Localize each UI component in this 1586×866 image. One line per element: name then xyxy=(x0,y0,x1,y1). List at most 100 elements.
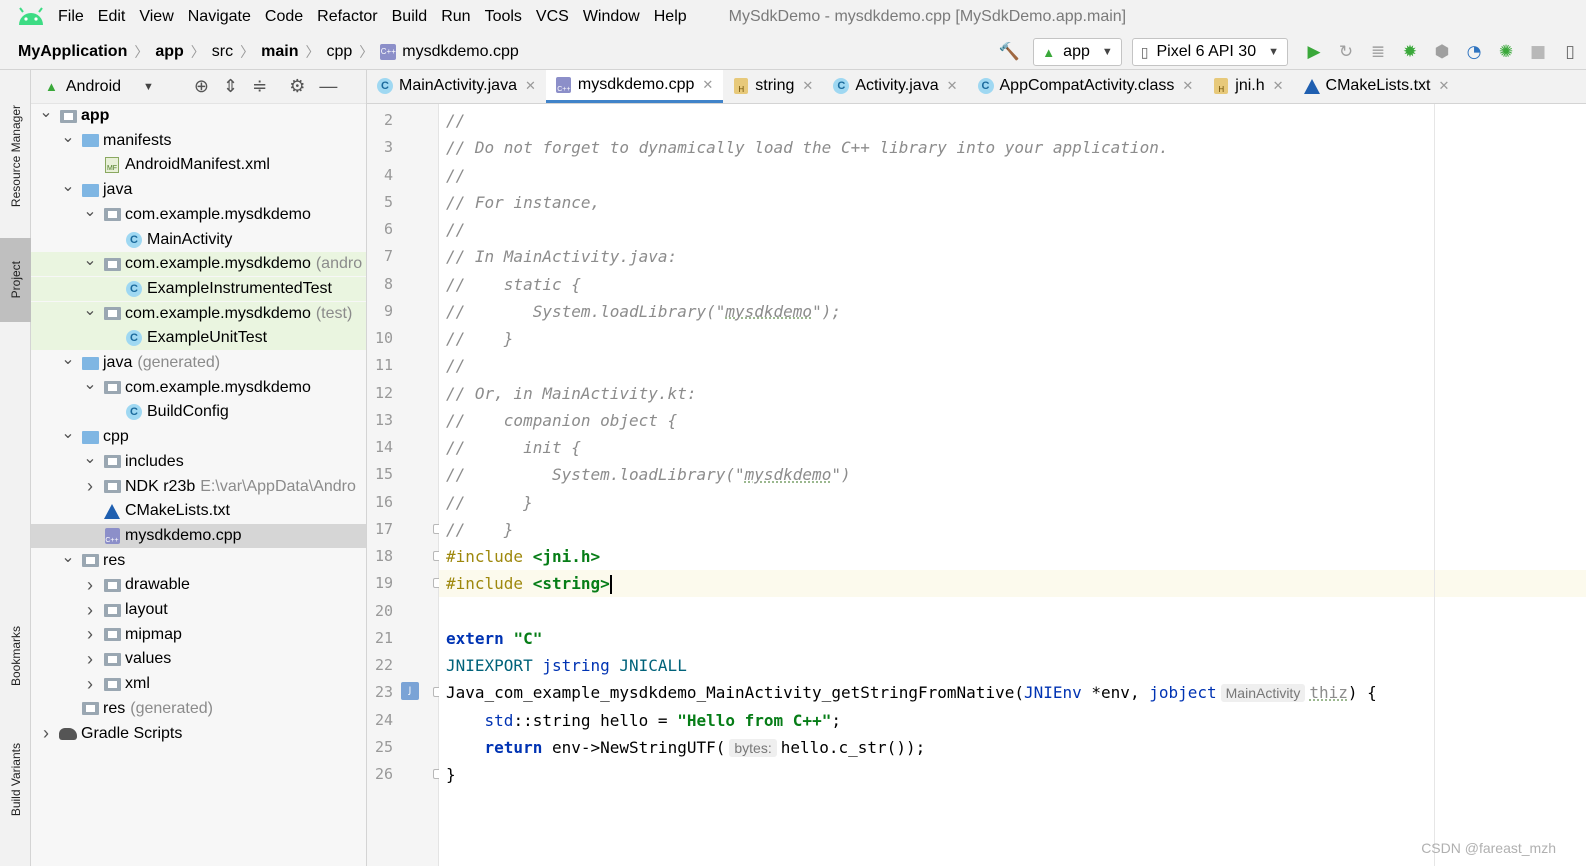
tab-resource-manager[interactable]: Resource Manager xyxy=(0,80,31,232)
menu-vcs[interactable]: VCS xyxy=(536,8,569,26)
chevron-down-icon[interactable]: ⌄ xyxy=(39,102,53,122)
debug-icon[interactable]: ✹ xyxy=(1398,40,1422,64)
breadcrumb-module[interactable]: app xyxy=(155,43,183,61)
close-icon[interactable]: ✕ xyxy=(802,78,813,94)
chevron-right-icon[interactable]: › xyxy=(83,476,97,497)
breadcrumb-src[interactable]: src xyxy=(212,43,233,61)
tree-item[interactable]: ⌄ com.example.mysdkdemo xyxy=(31,201,366,227)
select-opened-file-icon[interactable]: ⊕ xyxy=(194,76,209,97)
chevron-down-icon[interactable]: ⌄ xyxy=(83,448,97,468)
chevron-down-icon[interactable]: ⌄ xyxy=(61,423,75,443)
tree-item[interactable]: C BuildConfig xyxy=(31,400,366,424)
tree-item[interactable]: › xml xyxy=(31,672,366,696)
chevron-right-icon[interactable]: › xyxy=(39,723,53,744)
tab-bookmarks[interactable]: Bookmarks xyxy=(0,610,31,702)
tree-item[interactable]: C++ mysdkdemo.cpp xyxy=(31,523,366,548)
jni-navigate-gutter-icon[interactable]: J xyxy=(401,682,419,701)
menu-file[interactable]: File xyxy=(58,8,84,26)
close-icon[interactable]: ✕ xyxy=(702,77,713,93)
tree-item[interactable]: res (generated) xyxy=(31,697,366,721)
breadcrumb-file[interactable]: mysdkdemo.cpp xyxy=(402,43,519,61)
gear-icon[interactable]: ⚙ xyxy=(289,76,305,97)
editor-tab[interactable]: C Activity.java ✕ xyxy=(823,70,967,103)
chevron-down-icon[interactable]: ⌄ xyxy=(83,300,97,320)
editor-tab[interactable]: CMakeLists.txt ✕ xyxy=(1294,70,1460,103)
chevron-down-icon[interactable]: ⌄ xyxy=(61,176,75,196)
device-select[interactable]: ▯ Pixel 6 API 30 ▼ xyxy=(1131,38,1288,66)
chevron-down-icon[interactable]: ⌄ xyxy=(83,374,97,394)
tree-item[interactable]: ⌄ app xyxy=(31,102,366,128)
chevron-right-icon[interactable]: › xyxy=(83,674,97,695)
tree-item[interactable]: › mipmap xyxy=(31,623,366,647)
tree-item[interactable]: ⌄ java xyxy=(31,176,366,202)
tree-item[interactable]: ⌄ includes xyxy=(31,448,366,474)
tree-item[interactable]: › Gradle Scripts xyxy=(31,722,366,746)
menu-refactor[interactable]: Refactor xyxy=(317,8,377,26)
chevron-down-icon[interactable]: ⌄ xyxy=(83,250,97,270)
tree-item[interactable]: › NDK r23b E:\var\AppData\Andro xyxy=(31,475,366,499)
menu-view[interactable]: View xyxy=(139,8,173,26)
tree-item[interactable]: ⌄ com.example.mysdkdemo (test) xyxy=(31,300,366,326)
tree-item[interactable]: › layout xyxy=(31,598,366,622)
collapse-all-icon[interactable]: ≑ xyxy=(252,76,267,97)
close-icon[interactable]: ✕ xyxy=(947,78,958,94)
tree-item[interactable]: ⌄ res xyxy=(31,547,366,573)
tree-item[interactable]: ⌄ cpp xyxy=(31,423,366,449)
editor-tab[interactable]: C MainActivity.java ✕ xyxy=(367,70,546,103)
tree-item[interactable]: ⌄ com.example.mysdkdemo xyxy=(31,374,366,400)
chevron-down-icon[interactable]: ⌄ xyxy=(61,547,75,567)
menu-build[interactable]: Build xyxy=(392,8,428,26)
tree-item[interactable]: C ExampleUnitTest xyxy=(31,326,366,351)
breadcrumb-cpp[interactable]: cpp xyxy=(326,43,352,61)
menu-tools[interactable]: Tools xyxy=(485,8,522,26)
tree-item[interactable]: C ExampleInstrumentedTest xyxy=(31,276,366,301)
tree-item[interactable]: C MainActivity xyxy=(31,228,366,252)
editor-tab[interactable]: C++ mysdkdemo.cpp ✕ xyxy=(545,70,724,103)
chevron-down-icon[interactable]: ⌄ xyxy=(83,201,97,221)
chevron-down-icon[interactable]: ⌄ xyxy=(61,349,75,369)
editor-tab[interactable]: Hstring ✕ xyxy=(723,70,823,103)
chevron-right-icon[interactable]: › xyxy=(83,600,97,621)
tab-build-variants[interactable]: Build Variants xyxy=(0,725,31,835)
chevron-right-icon[interactable]: › xyxy=(83,575,97,596)
code-editor[interactable]: // // Do not forget to dynamically load t… xyxy=(439,104,1586,866)
editor-tab[interactable]: Hjni.h ✕ xyxy=(1203,70,1293,103)
hide-icon[interactable]: — xyxy=(319,76,337,97)
tree-item[interactable]: › values xyxy=(31,647,366,671)
run-icon[interactable]: ▶ xyxy=(1302,40,1326,64)
tree-item[interactable]: ⌄ java (generated) xyxy=(31,349,366,375)
editor-tab[interactable]: C AppCompatActivity.class ✕ xyxy=(968,70,1204,103)
chevron-right-icon[interactable]: › xyxy=(83,649,97,670)
breadcrumb-main[interactable]: main xyxy=(261,43,298,61)
run-configuration-select[interactable]: ▲ app ▼ xyxy=(1033,38,1122,66)
expand-all-icon[interactable]: ⇕ xyxy=(223,76,238,97)
tree-item[interactable]: ⌄ manifests xyxy=(31,127,366,153)
tree-item[interactable]: MF AndroidManifest.xml xyxy=(31,153,366,177)
menu-run[interactable]: Run xyxy=(441,8,470,26)
make-project-hammer-icon[interactable]: 🔨 xyxy=(997,40,1021,64)
profile-icon[interactable]: ◔ xyxy=(1462,40,1486,64)
chevron-down-icon[interactable]: ⌄ xyxy=(61,127,75,147)
close-icon[interactable]: ✕ xyxy=(525,78,536,94)
menu-edit[interactable]: Edit xyxy=(98,8,126,26)
menu-navigate[interactable]: Navigate xyxy=(188,8,251,26)
apply-code-changes-icon[interactable]: ≣ xyxy=(1366,40,1390,64)
apply-changes-icon[interactable]: ↻ xyxy=(1334,40,1358,64)
tab-project[interactable]: Project xyxy=(0,238,31,322)
close-icon[interactable]: ✕ xyxy=(1438,78,1449,94)
close-icon[interactable]: ✕ xyxy=(1273,78,1284,94)
attach-debugger-icon[interactable]: ⬢ xyxy=(1430,40,1454,64)
debug-attach-icon[interactable]: ✺ xyxy=(1494,40,1518,64)
chevron-right-icon[interactable]: › xyxy=(83,624,97,645)
close-icon[interactable]: ✕ xyxy=(1182,78,1193,94)
chevron-down-icon[interactable]: ▼ xyxy=(143,81,154,93)
tree-item[interactable]: ⌄ com.example.mysdkdemo (andro xyxy=(31,250,366,277)
stop-icon[interactable]: ■ xyxy=(1526,40,1550,64)
menu-help[interactable]: Help xyxy=(654,8,687,26)
tree-item[interactable]: CMakeLists.txt xyxy=(31,499,366,523)
project-view-mode-select[interactable]: Android xyxy=(66,78,121,96)
tree-item[interactable]: › drawable xyxy=(31,573,366,597)
breadcrumb-project[interactable]: MyApplication xyxy=(18,43,127,61)
device-manager-icon[interactable]: ▯ xyxy=(1558,40,1582,64)
menu-code[interactable]: Code xyxy=(265,8,303,26)
